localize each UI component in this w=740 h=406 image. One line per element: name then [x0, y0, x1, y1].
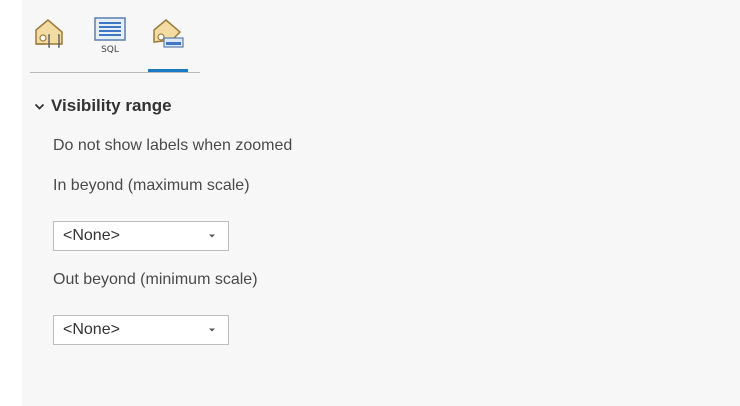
sql-query-icon: SQL	[94, 17, 126, 54]
min-scale-value: <None>	[63, 321, 120, 338]
tab-strip: SQL	[30, 8, 590, 74]
min-scale-label: Out beyond (minimum scale)	[53, 271, 258, 288]
tab-visibility-range[interactable]	[148, 16, 188, 72]
label-properties-pane: SQL Visibility range Do not show labels …	[22, 0, 740, 406]
tab-sql-query[interactable]: SQL	[90, 16, 130, 72]
visibility-range-section-header[interactable]: Visibility range	[34, 96, 172, 116]
tabstrip-divider	[30, 72, 200, 73]
min-scale-dropdown[interactable]: <None>	[53, 315, 229, 345]
label-class-icon	[35, 19, 63, 48]
max-scale-value: <None>	[63, 227, 120, 244]
max-scale-dropdown[interactable]: <None>	[53, 221, 229, 251]
section-title: Visibility range	[51, 96, 172, 115]
dropdown-arrow-icon	[209, 234, 215, 238]
visibility-range-icon	[153, 19, 184, 48]
tab-label-class[interactable]	[30, 16, 70, 72]
sql-label: SQL	[101, 45, 119, 54]
visibility-description: Do not show labels when zoomed	[53, 137, 293, 154]
dropdown-arrow-icon	[209, 328, 215, 332]
chevron-down-icon	[34, 103, 45, 110]
max-scale-label: In beyond (maximum scale)	[53, 177, 250, 194]
